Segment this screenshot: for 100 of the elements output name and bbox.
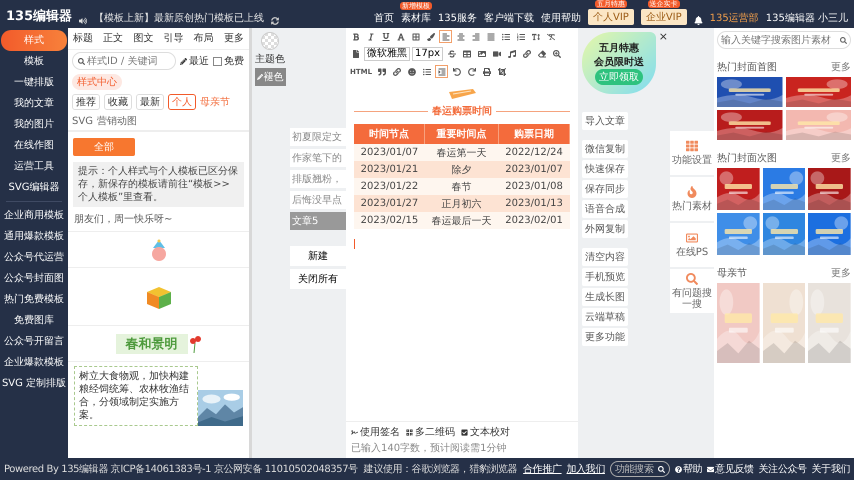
sidebar-item[interactable]: 免费图库 (1, 310, 67, 331)
editor-footer-link[interactable]: 使用签名 (351, 425, 400, 439)
editor-footer-link[interactable]: 文本校对 (461, 425, 510, 439)
tool-button[interactable]: 快速保存 (582, 160, 628, 178)
category-tab[interactable]: 正文 (100, 28, 126, 48)
nav-link[interactable]: 素材库 (400, 11, 431, 25)
eraser-icon[interactable] (535, 48, 548, 60)
toolbar-select[interactable]: 微软雅黑 (364, 47, 410, 61)
article-tab[interactable]: 初夏限定文 (290, 128, 346, 146)
sidebar-item[interactable]: 公众号封面图 (1, 268, 67, 289)
nav-link[interactable]: 首页 (374, 11, 394, 25)
article-action-button[interactable]: 关闭所有 (290, 269, 346, 289)
search-field[interactable]: 功能搜索 (610, 461, 670, 477)
article-tab[interactable]: 后悔没早点 (290, 191, 346, 209)
sidebar-item[interactable]: 一键排版 (1, 72, 67, 93)
tool-button[interactable]: 清空内容 (582, 248, 628, 266)
nav-link[interactable]: 135服务 (438, 11, 477, 25)
sidebar-item[interactable]: 企业爆款模板 (1, 352, 67, 373)
tool-button[interactable]: 保存同步 (582, 180, 628, 198)
vip-button[interactable]: 个人VIP (588, 9, 634, 25)
more-link[interactable]: 更多 (831, 151, 851, 165)
side-tool-button[interactable]: 功能设置 (670, 131, 714, 175)
article-tab[interactable]: 作家笔下的 (290, 149, 346, 167)
footer-link[interactable]: 关注公众号 (758, 462, 807, 476)
user-link[interactable]: 135编辑器 小三儿 (766, 11, 848, 25)
editor-footer-link[interactable]: 多二维码 (406, 425, 455, 439)
table-cell: 2023/01/21 (354, 161, 425, 178)
category-link[interactable]: SVG (72, 116, 93, 126)
crop-icon[interactable] (495, 65, 508, 78)
sidebar-item[interactable]: 公众号代运营 (1, 247, 67, 268)
more-link[interactable]: 更多 (831, 60, 851, 74)
close-button[interactable]: × (658, 30, 668, 43)
sidebar-item[interactable]: 通用爆款模板 (1, 226, 67, 247)
table-cell: 2022/12/24 (498, 144, 570, 161)
category-tab[interactable]: 更多 (220, 28, 247, 48)
footer-link[interactable]: 关于我们 (812, 462, 850, 476)
more-link[interactable]: 更多 (831, 266, 851, 280)
sidebar-item[interactable]: 企业商用模板 (1, 205, 67, 226)
toolbar-select[interactable]: 17px (412, 47, 443, 61)
footer-link[interactable]: 意见反馈 (707, 462, 754, 476)
category-tab[interactable]: 引导 (160, 28, 187, 48)
side-tool-button[interactable]: 热门素材 (670, 177, 714, 221)
sidebar-item[interactable]: 我的文章 (1, 93, 67, 114)
bell-icon[interactable] (694, 16, 703, 25)
sidebar-item[interactable]: 在线作图 (1, 135, 67, 156)
indent-icon[interactable] (435, 65, 448, 78)
tool-button[interactable]: 云端草稿 (582, 308, 628, 326)
color-swatch[interactable] (261, 32, 279, 50)
emoji-icon[interactable] (405, 65, 418, 78)
footer-link[interactable]: 合作推广 (523, 462, 562, 476)
tool-button[interactable]: 微信复制 (582, 140, 628, 158)
sidebar-item[interactable]: 模板 (1, 51, 67, 72)
tool-button[interactable]: 导入文章 (582, 112, 628, 130)
print-icon[interactable] (480, 65, 494, 78)
sidebar-item[interactable]: 公众号开留言 (1, 331, 67, 352)
search-icon (658, 466, 665, 472)
fade-button[interactable]: 褪色 (254, 68, 286, 86)
footer-link[interactable]: 加入我们 (566, 462, 605, 476)
tool-button[interactable]: 更多功能 (582, 328, 628, 346)
category-link[interactable]: 营销动图 (96, 114, 137, 128)
filter-tab[interactable]: 收藏 (104, 94, 132, 110)
vip-button[interactable]: 企业VIP (640, 9, 687, 25)
link-icon[interactable] (520, 48, 533, 60)
article-tab[interactable]: 排版翘粉， (290, 170, 346, 188)
link-icon[interactable] (390, 65, 404, 78)
filter-tab[interactable]: 最新 (136, 94, 164, 110)
sidebar-item[interactable]: 热门免费模板 (1, 289, 67, 310)
sidebar-item[interactable]: SVG编辑器 (1, 177, 67, 198)
tool-button[interactable]: 手机预览 (582, 268, 628, 286)
filter-tab[interactable]: 推荐 (72, 94, 100, 110)
category-tab[interactable]: 布局 (190, 28, 217, 48)
tool-button[interactable]: 生成长图 (582, 288, 628, 306)
side-tool-button[interactable]: 有问题搜一搜 (670, 269, 714, 313)
notice-text[interactable]: 【模板上新】最新原创热门模板已上线 (94, 11, 264, 25)
footer-link[interactable]: 帮助 (674, 462, 702, 476)
category-tab[interactable]: 标题 (70, 28, 96, 48)
music-icon[interactable] (505, 48, 518, 60)
flame-icon (686, 186, 698, 198)
undo-icon[interactable] (450, 65, 464, 78)
refresh-icon[interactable] (271, 17, 280, 25)
article-action-button[interactable]: 新建 (290, 246, 346, 266)
recent-link[interactable]: 最近 (180, 54, 209, 68)
align-left-icon[interactable] (439, 30, 452, 43)
free-checkbox[interactable]: 免费 (213, 54, 244, 68)
sidebar-item[interactable]: 我的图片 (1, 114, 67, 135)
tool-button[interactable]: 外网复制 (582, 220, 628, 238)
sidebar-item[interactable]: SVG 定制排版 (1, 373, 67, 394)
team-link[interactable]: 135运营部 (710, 11, 759, 25)
table-icon[interactable] (460, 48, 473, 60)
tool-button[interactable]: 语音合成 (582, 200, 628, 218)
nav-link[interactable]: 使用帮助 (540, 11, 581, 25)
side-tool-button[interactable]: 在线PS (670, 223, 714, 267)
logo[interactable]: 135编辑器 (6, 7, 72, 25)
category-tab[interactable]: 图文 (130, 28, 156, 48)
strikethrough-icon[interactable] (445, 48, 458, 60)
brush-icon[interactable] (424, 30, 437, 43)
sidebar-item[interactable]: 运营工具 (1, 156, 67, 177)
redo-icon[interactable] (465, 65, 478, 78)
nav-link[interactable]: 客户端下载 (484, 11, 534, 25)
zoom-in-icon[interactable] (550, 48, 563, 60)
